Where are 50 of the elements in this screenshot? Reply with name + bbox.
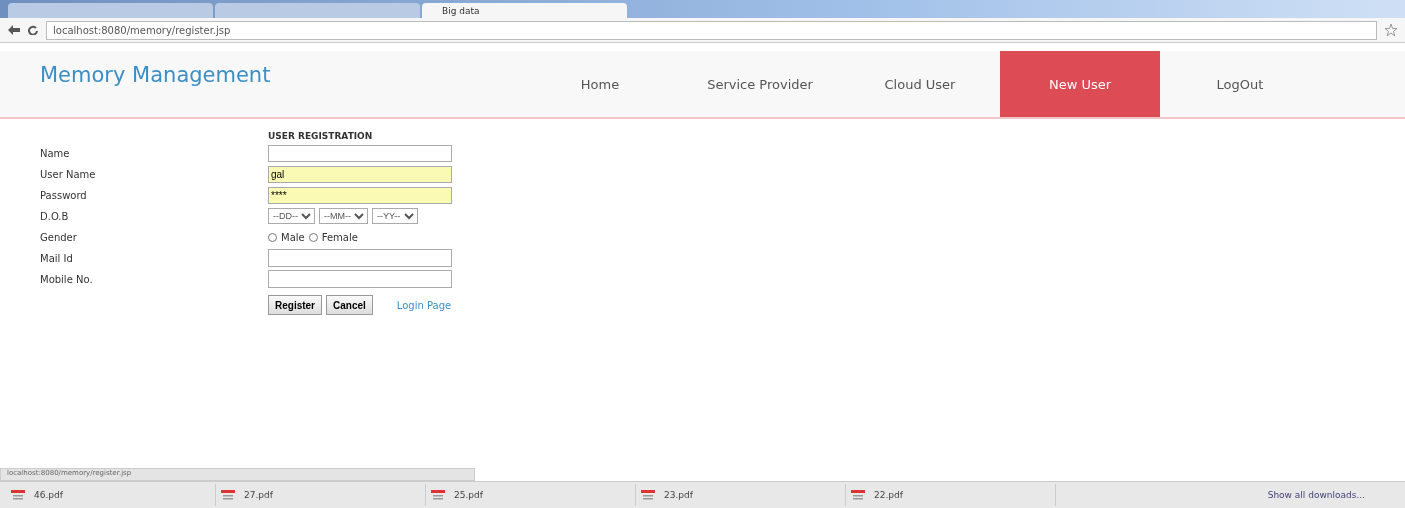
text-field[interactable] [268,144,452,162]
radio-label: Male [281,231,305,243]
download-item[interactable]: 22.pdf [850,484,1056,506]
field-label: Mail Id [40,251,74,266]
form-button[interactable]: Cancel [326,295,373,315]
file-name: 22.pdf [874,490,903,500]
browser-tab[interactable]: Big data [422,3,627,18]
form-title: USER REGISTRATION [268,131,374,141]
file-name: 25.pdf [454,490,483,500]
nav-link[interactable]: Home [520,51,680,117]
download-item[interactable]: 23.pdf [640,484,846,506]
pdf-icon [10,489,26,501]
radio-label: Female [321,231,358,243]
text-area[interactable] [268,249,452,267]
back-icon[interactable] [8,25,20,35]
star-icon[interactable] [1385,24,1397,36]
radio-button[interactable] [308,232,318,242]
pdf-icon [430,489,446,501]
file-name: 27.pdf [244,490,273,500]
date-select[interactable]: --DD-- [268,208,315,224]
download-item[interactable]: 27.pdf [220,484,426,506]
field-label: Mobile No. [40,272,94,287]
nav-link[interactable]: Service Provider [680,51,840,117]
pdf-icon [640,489,656,501]
file-name: 46.pdf [34,490,63,500]
field-label: User Name [40,167,97,182]
login-link[interactable]: Login Page [396,299,452,311]
radio-button[interactable] [268,232,277,242]
text-area[interactable] [268,270,452,288]
pdf-icon [850,489,866,501]
field-label: Password [40,188,88,203]
date-select[interactable]: --MM-- [319,208,368,224]
site-title: Memory Management [40,62,272,89]
field-label: D.O.B [40,209,70,224]
download-item[interactable]: 25.pdf [430,484,636,506]
nav-link[interactable]: LogOut [1160,51,1320,117]
form-button[interactable]: Register [268,295,322,315]
reload-icon[interactable] [28,25,38,35]
text-field[interactable]: gal [268,165,452,183]
nav-link[interactable]: Cloud User [840,51,1000,117]
date-select[interactable]: --YY-- [372,208,418,224]
field-label: Name [40,146,71,161]
field-label: Gender [40,230,78,245]
download-item[interactable]: 46.pdf [10,484,216,506]
address-field[interactable]: localhost:8080/memory/register.jsp [46,20,1377,40]
file-name: 23.pdf [664,490,693,500]
text-field[interactable]: **** [268,186,452,204]
show-all-link[interactable]: Show all downloads... [1267,490,1365,500]
nav-link[interactable]: New User [1000,51,1160,117]
pdf-icon [220,489,236,501]
